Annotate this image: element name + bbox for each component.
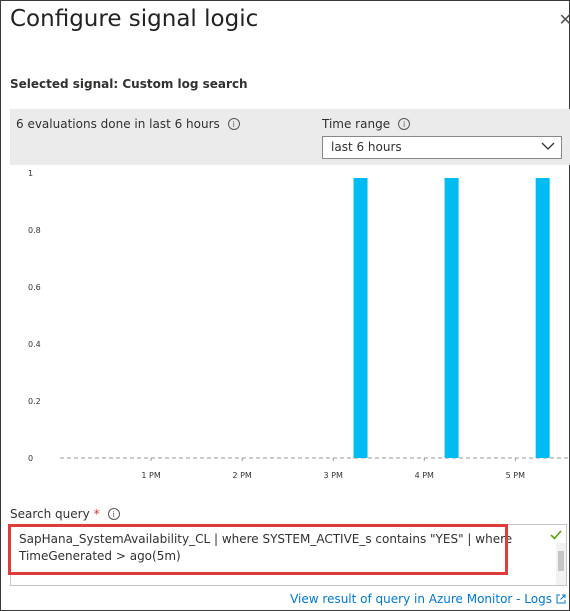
info-icon[interactable]: i [227, 118, 240, 130]
x-tick-label: 5 PM [506, 471, 525, 480]
chart-bar [444, 178, 459, 458]
info-icon[interactable]: i [398, 118, 411, 130]
view-logs-link-text[interactable]: View result of query in Azure Monitor - … [290, 592, 552, 606]
evaluations-summary: 6 evaluations done in last 6 hours i [16, 117, 240, 131]
scrollbar-thumb[interactable] [558, 551, 564, 571]
y-tick-label: 0.2 [28, 397, 41, 406]
time-range-value: last 6 hours [331, 140, 402, 154]
time-range-label-row: Time range i [322, 117, 411, 131]
evaluations-text: 6 evaluations done in last 6 hours [16, 117, 220, 131]
y-tick-label: 1 [28, 169, 33, 178]
selected-signal: Selected signal: Custom log search [10, 77, 248, 91]
x-tick-label: 3 PM [324, 471, 343, 480]
chart-bar [353, 178, 368, 458]
panel-title: Configure signal logic [10, 6, 259, 32]
x-tick-label: 2 PM [232, 471, 251, 480]
x-tick-label: 1 PM [141, 471, 160, 480]
chevron-down-icon [541, 142, 555, 150]
time-range-dropdown[interactable]: last 6 hours [322, 136, 562, 159]
y-tick-label: 0 [28, 454, 33, 463]
search-query-label: Search query [10, 507, 90, 521]
view-logs-link[interactable]: View result of query in Azure Monitor - … [290, 592, 566, 606]
y-tick-label: 0.4 [28, 340, 41, 349]
search-query-input[interactable]: SapHana_SystemAvailability_CL | where SY… [10, 524, 567, 586]
evaluations-chart: 0 0.2 0.4 0.6 0.8 1 1 PM 2 PM 3 PM 4 PM 5 PM [28, 169, 570, 480]
x-tick-label: 4 PM [415, 471, 434, 480]
search-query-text[interactable]: SapHana_SystemAvailability_CL | where SY… [19, 531, 539, 565]
external-link-icon [556, 594, 566, 604]
scrollbar[interactable] [556, 543, 566, 585]
y-tick-label: 0.8 [28, 226, 41, 235]
chart-header: 6 evaluations done in last 6 hours i Tim… [10, 109, 570, 165]
check-icon [550, 530, 562, 540]
search-query-label-row: Search query * i [10, 507, 120, 521]
chart-bar [535, 178, 550, 458]
time-range-label: Time range [322, 117, 391, 131]
info-icon[interactable]: i [107, 508, 120, 520]
required-marker: * [93, 507, 100, 521]
y-tick-label: 0.6 [28, 283, 41, 292]
close-icon[interactable]: ✕ [559, 10, 570, 29]
